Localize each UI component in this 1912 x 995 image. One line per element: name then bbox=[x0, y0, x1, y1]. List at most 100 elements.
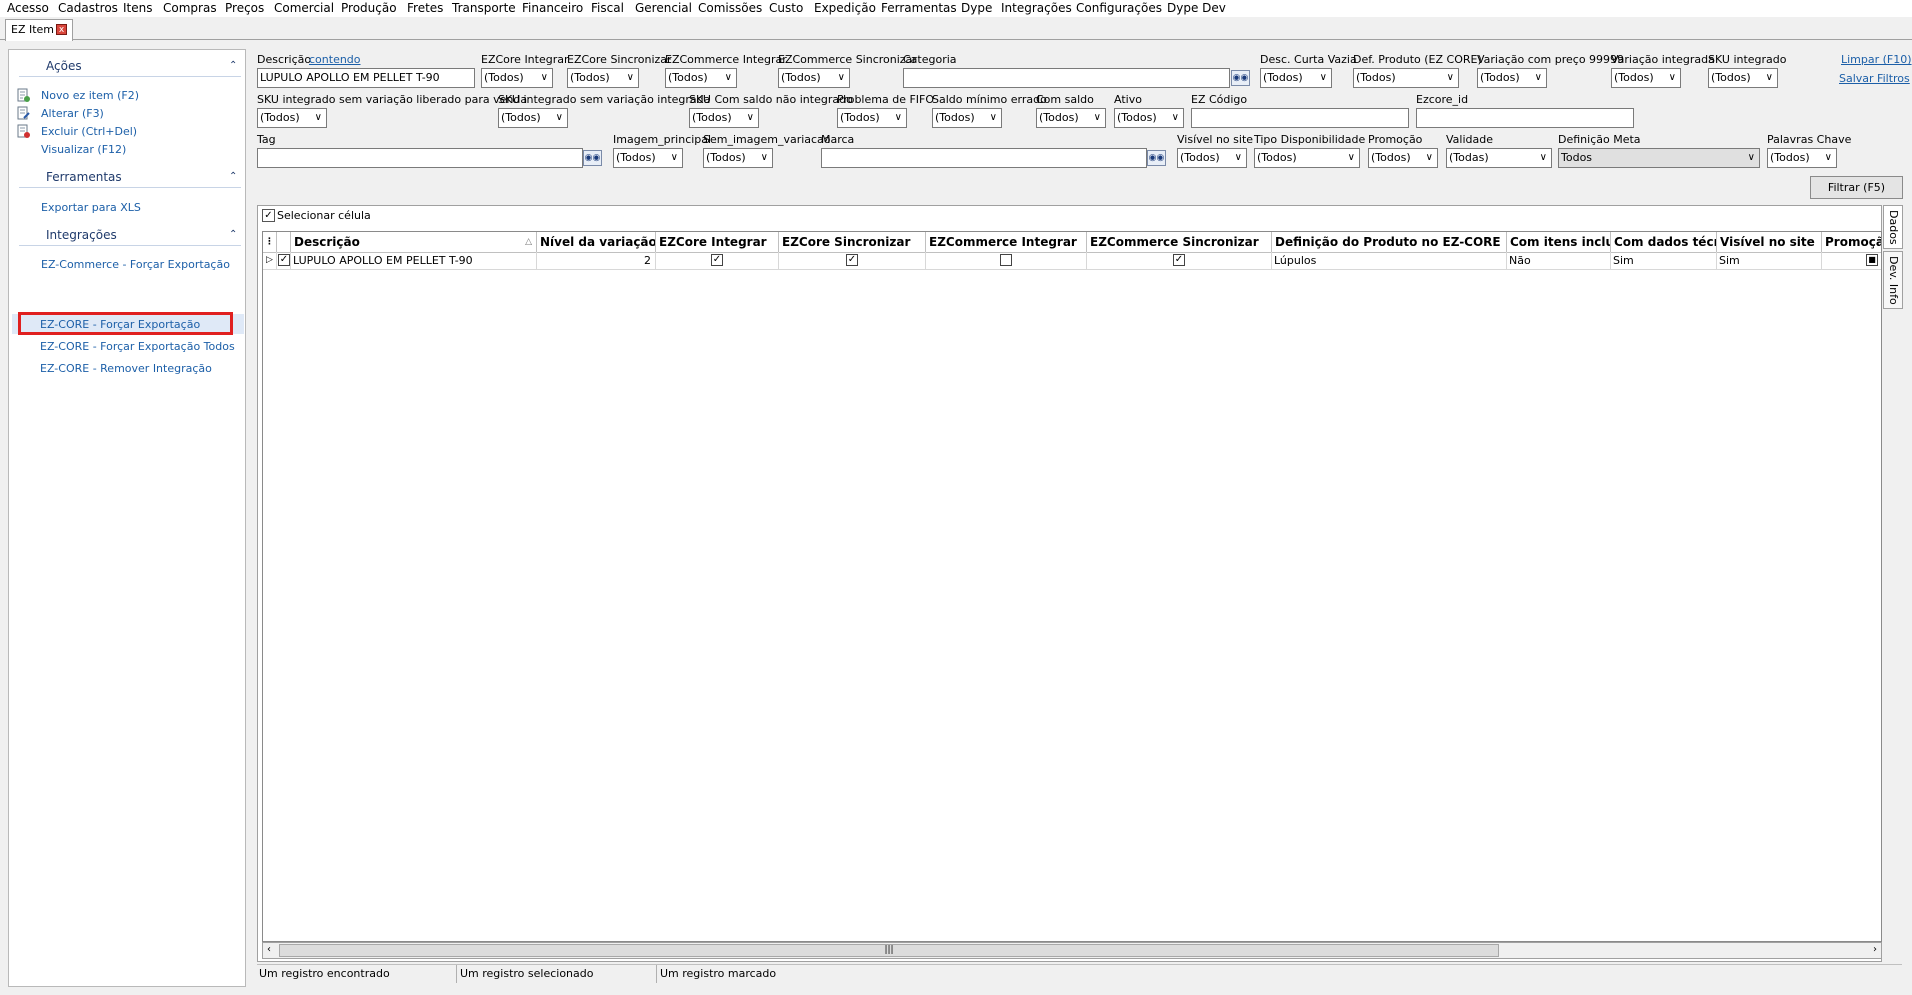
menu-precos[interactable]: Preços bbox=[225, 1, 264, 15]
cell-definicao[interactable]: Lúpulos bbox=[1272, 252, 1507, 269]
cell-com-dados[interactable]: Sim bbox=[1611, 252, 1717, 269]
tab-ez-item[interactable]: EZ Item x bbox=[5, 19, 73, 41]
palavras-chave-select[interactable]: (Todos) bbox=[1767, 148, 1837, 168]
promocao-checkbox[interactable]: ■ bbox=[1866, 254, 1878, 266]
ezcore-sincronizar-select[interactable]: (Todos) bbox=[567, 68, 639, 88]
menu-configuracoes[interactable]: Configurações bbox=[1076, 1, 1162, 15]
menu-compras[interactable]: Compras bbox=[163, 1, 217, 15]
filtrar-button[interactable]: Filtrar (F5) bbox=[1810, 176, 1903, 199]
column-header-promocao[interactable]: Promoçã bbox=[1822, 232, 1881, 252]
column-header-com-itens[interactable]: Com itens inclu bbox=[1507, 232, 1611, 252]
row-select-cell[interactable]: ✓ bbox=[277, 252, 291, 269]
problema-fifo-select[interactable]: (Todos) bbox=[837, 108, 907, 128]
table-row[interactable]: ▷ ✓ LUPULO APOLLO EM PELLET T-90 2 ✓ ✓ ✓… bbox=[263, 252, 1881, 270]
column-header-descricao[interactable]: Descrição △ bbox=[291, 232, 537, 252]
ezcommerce-integrar-select[interactable]: (Todos) bbox=[665, 68, 737, 88]
ezcore-sincronizar-checkbox[interactable]: ✓ bbox=[846, 254, 858, 266]
limpar-link[interactable]: Limpar (F10) bbox=[1841, 53, 1912, 66]
binoculars-icon[interactable]: ◉◉ bbox=[1231, 70, 1250, 86]
sidebar-item-ezcommerce-forcar[interactable]: EZ-Commerce - Forçar Exportação bbox=[41, 258, 230, 271]
sidebar-item-ezcore-forcar-todos[interactable]: EZ-CORE - Forçar Exportação Todos bbox=[40, 340, 235, 353]
ezcore-integrar-checkbox[interactable]: ✓ bbox=[711, 254, 723, 266]
variacao-integrada-select[interactable]: (Todos) bbox=[1611, 68, 1681, 88]
sidebar-item-novo[interactable]: Novo ez item (F2) bbox=[41, 89, 139, 102]
binoculars-icon[interactable]: ◉◉ bbox=[1147, 150, 1166, 166]
tab-dados[interactable]: Dados bbox=[1883, 205, 1903, 249]
sku-integrado-select[interactable]: (Todos) bbox=[1708, 68, 1778, 88]
column-header-definicao[interactable]: Definição do Produto no EZ-CORE bbox=[1272, 232, 1507, 252]
marca-input[interactable] bbox=[821, 148, 1147, 168]
salvar-filtros-link[interactable]: Salvar Filtros bbox=[1839, 72, 1910, 85]
cell-ezcore-integrar[interactable]: ✓ bbox=[656, 252, 779, 269]
scroll-right-icon[interactable]: › bbox=[1873, 944, 1877, 955]
sku-saldo-select[interactable]: (Todos) bbox=[689, 108, 759, 128]
column-header-ezcore-integrar[interactable]: EZCore Integrar bbox=[656, 232, 779, 252]
menu-dype[interactable]: Dype bbox=[961, 1, 992, 15]
ezcore-integrar-select[interactable]: (Todos) bbox=[481, 68, 553, 88]
column-header-visivel[interactable]: Visível no site bbox=[1717, 232, 1822, 252]
menu-comercial[interactable]: Comercial bbox=[274, 1, 334, 15]
menu-fretes[interactable]: Fretes bbox=[407, 1, 443, 15]
cell-nivel[interactable]: 2 bbox=[537, 252, 656, 269]
menu-comissoes[interactable]: Comissões bbox=[698, 1, 762, 15]
descricao-input[interactable]: LUPULO APOLLO EM PELLET T-90 bbox=[257, 68, 475, 88]
desc-curta-select[interactable]: (Todos) bbox=[1260, 68, 1332, 88]
sidebar-item-exportar-xls[interactable]: Exportar para XLS bbox=[41, 201, 141, 214]
sem-imagem-variacao-select[interactable]: (Todos) bbox=[703, 148, 773, 168]
binoculars-icon[interactable]: ◉◉ bbox=[583, 150, 602, 166]
validade-select[interactable]: (Todas) bbox=[1446, 148, 1552, 168]
menu-gerencial[interactable]: Gerencial bbox=[635, 1, 692, 15]
sku-sem-var-int-select[interactable]: (Todos) bbox=[498, 108, 568, 128]
cell-descricao[interactable]: LUPULO APOLLO EM PELLET T-90 bbox=[291, 252, 537, 269]
visivel-site-select[interactable]: (Todos) bbox=[1177, 148, 1247, 168]
column-chooser-icon[interactable]: ⋮ bbox=[263, 232, 277, 252]
scroll-left-icon[interactable]: ‹ bbox=[267, 944, 271, 955]
sidebar-item-visualizar[interactable]: Visualizar (F12) bbox=[41, 143, 126, 156]
menu-fiscal[interactable]: Fiscal bbox=[591, 1, 624, 15]
chevron-up-icon[interactable]: ⌃ bbox=[229, 171, 237, 182]
tab-dev-info[interactable]: Dev. Info bbox=[1883, 251, 1903, 309]
selecionar-celula-checkbox[interactable]: ✓ bbox=[262, 209, 275, 222]
column-header-com-dados[interactable]: Com dados técr bbox=[1611, 232, 1717, 252]
imagem-principal-select[interactable]: (Todos) bbox=[613, 148, 683, 168]
ezcommerce-sincronizar-select[interactable]: (Todos) bbox=[778, 68, 850, 88]
cell-ezcommerce-sincronizar[interactable]: ✓ bbox=[1087, 252, 1272, 269]
tipo-disp-select[interactable]: (Todos) bbox=[1254, 148, 1360, 168]
scrollbar-thumb[interactable]: ||| bbox=[279, 944, 1499, 957]
cell-promocao[interactable]: ■ bbox=[1822, 252, 1881, 269]
row-select-checkbox[interactable]: ✓ bbox=[278, 254, 290, 266]
cell-ezcommerce-integrar[interactable] bbox=[926, 252, 1087, 269]
column-header-ezcommerce-sincronizar[interactable]: EZCommerce Sincronizar bbox=[1087, 232, 1272, 252]
menu-expedicao[interactable]: Expedição bbox=[814, 1, 876, 15]
column-header-ezcommerce-integrar[interactable]: EZCommerce Integrar bbox=[926, 232, 1087, 252]
sidebar-item-excluir[interactable]: Excluir (Ctrl+Del) bbox=[41, 125, 137, 138]
menu-cadastros[interactable]: Cadastros bbox=[58, 1, 118, 15]
variacao-preco-select[interactable]: (Todos) bbox=[1477, 68, 1547, 88]
menu-financeiro[interactable]: Financeiro bbox=[522, 1, 583, 15]
promocao-select[interactable]: (Todos) bbox=[1368, 148, 1438, 168]
def-produto-select[interactable]: (Todos) bbox=[1353, 68, 1459, 88]
menu-acesso[interactable]: Acesso bbox=[7, 1, 49, 15]
menu-dype-dev[interactable]: Dype Dev bbox=[1167, 1, 1226, 15]
sidebar-item-ezcore-remover[interactable]: EZ-CORE - Remover Integração bbox=[40, 362, 212, 375]
cell-visivel[interactable]: Sim bbox=[1717, 252, 1822, 269]
chevron-up-icon[interactable]: ⌃ bbox=[229, 60, 237, 71]
saldo-min-select[interactable]: (Todos) bbox=[932, 108, 1002, 128]
menu-custo[interactable]: Custo bbox=[769, 1, 803, 15]
menu-ferramentas[interactable]: Ferramentas bbox=[881, 1, 957, 15]
menu-integracoes[interactable]: Integrações bbox=[1001, 1, 1072, 15]
ezcore-id-input[interactable] bbox=[1416, 108, 1634, 128]
menu-producao[interactable]: Produção bbox=[341, 1, 397, 15]
ez-codigo-input[interactable] bbox=[1191, 108, 1409, 128]
chevron-up-icon[interactable]: ⌃ bbox=[229, 229, 237, 240]
menu-itens[interactable]: Itens bbox=[123, 1, 152, 15]
menu-transporte[interactable]: Transporte bbox=[452, 1, 516, 15]
com-saldo-select[interactable]: (Todos) bbox=[1036, 108, 1106, 128]
cell-com-itens[interactable]: Não bbox=[1507, 252, 1611, 269]
column-header-nivel[interactable]: Nível da variação bbox=[537, 232, 656, 252]
contendo-link[interactable]: contendo bbox=[309, 53, 361, 66]
sku-sem-var-lib-select[interactable]: (Todos) bbox=[257, 108, 327, 128]
ezcommerce-sincronizar-checkbox[interactable]: ✓ bbox=[1173, 254, 1185, 266]
tag-input[interactable] bbox=[257, 148, 583, 168]
ezcommerce-integrar-checkbox[interactable] bbox=[1000, 254, 1012, 266]
